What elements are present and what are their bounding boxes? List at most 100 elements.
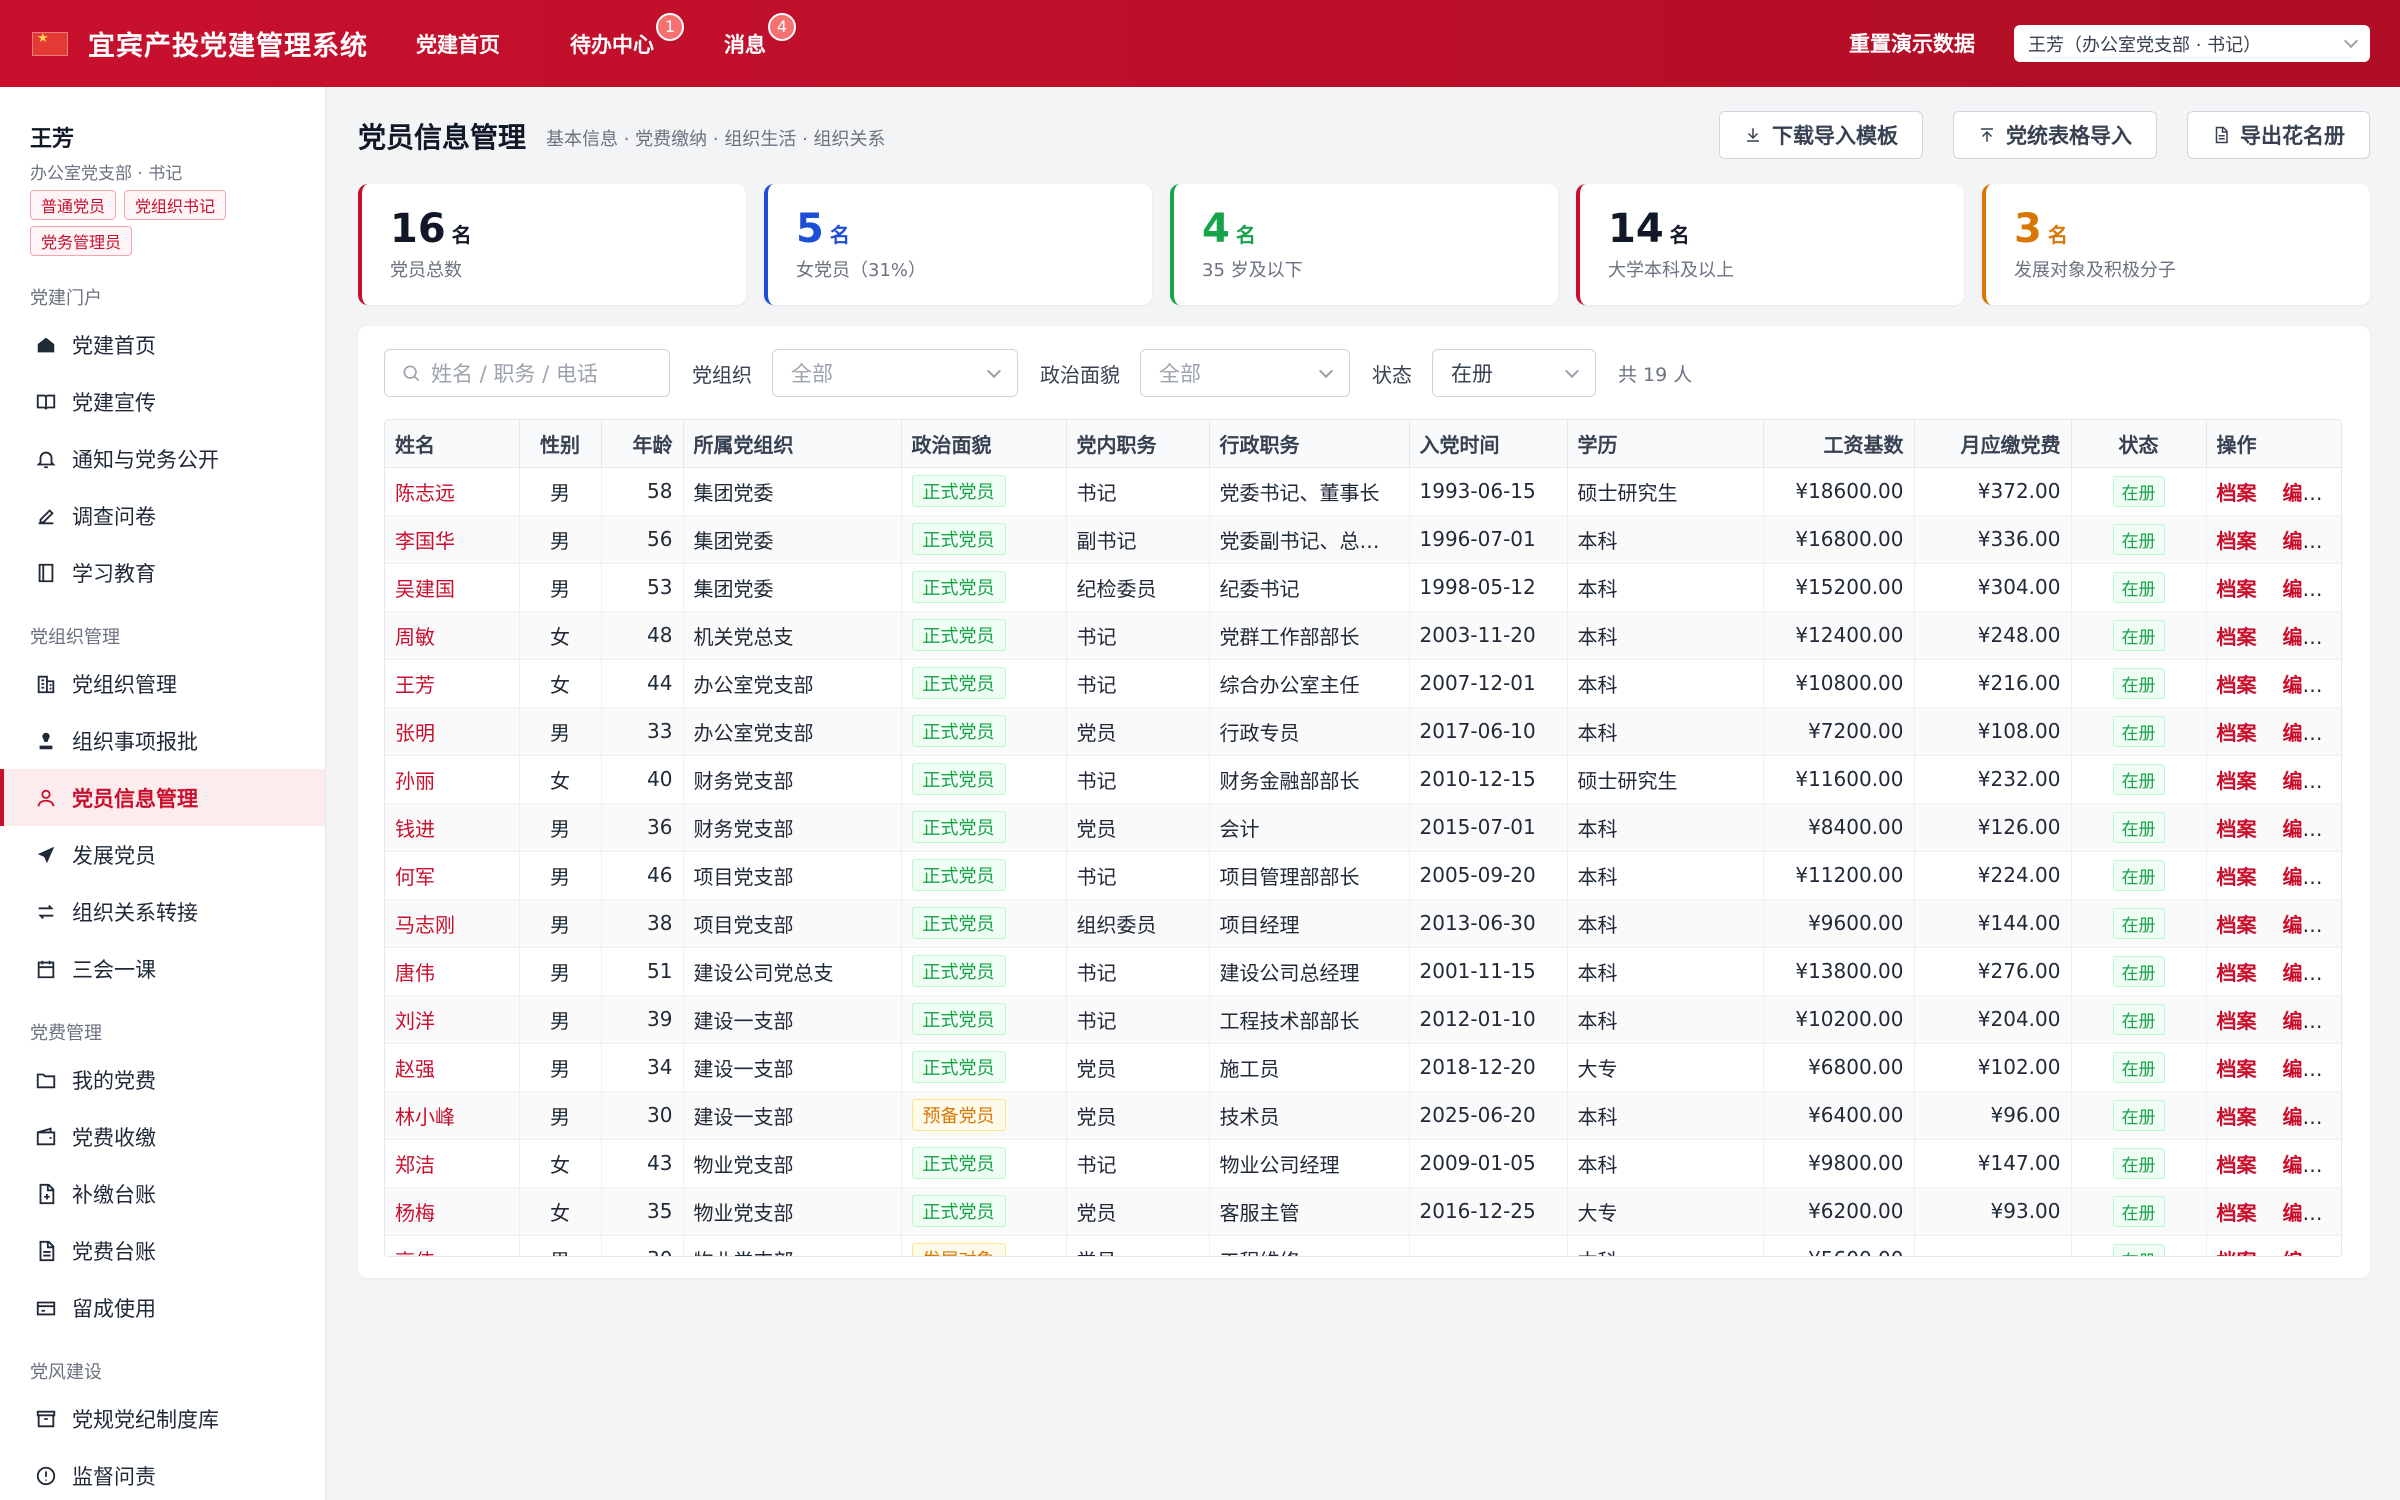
sidebar-item[interactable]: 补缴台账 bbox=[0, 1165, 325, 1222]
view-archive-link[interactable]: 档案 bbox=[2217, 529, 2257, 553]
edit-link[interactable]: 编辑 bbox=[2283, 721, 2323, 745]
edit-link[interactable]: 编辑 bbox=[2283, 769, 2323, 793]
edit-link[interactable]: 编辑 bbox=[2283, 961, 2323, 985]
table-row[interactable]: 林小峰 男 30 建设一支部 预备党员 党员 技术员 2025-06-20 本科 ¥6400.00… bbox=[385, 1091, 2341, 1140]
view-archive-link[interactable]: 档案 bbox=[2217, 1201, 2257, 1225]
member-name-link[interactable]: 周敏 bbox=[395, 625, 435, 649]
member-name-link[interactable]: 杨梅 bbox=[395, 1201, 435, 1225]
view-archive-link[interactable]: 档案 bbox=[2217, 1249, 2257, 1257]
member-name-link[interactable]: 唐伟 bbox=[395, 961, 435, 985]
member-name-link[interactable]: 李国华 bbox=[395, 529, 455, 553]
sidebar-item[interactable]: 组织关系转接 bbox=[0, 883, 325, 940]
view-archive-link[interactable]: 档案 bbox=[2217, 961, 2257, 985]
table-row[interactable]: 周敏 女 48 机关党总支 正式党员 书记 党群工作部部长 2003-11-20 本科 ¥1240… bbox=[385, 611, 2341, 660]
sidebar-item[interactable]: 组织事项报批 bbox=[0, 712, 325, 769]
member-name-link[interactable]: 赵强 bbox=[395, 1057, 435, 1081]
sidebar-item[interactable]: 党建宣传 bbox=[0, 373, 325, 430]
table-row[interactable]: 郑洁 女 43 物业党支部 正式党员 书记 物业公司经理 2009-01-05 本科 ¥9800.… bbox=[385, 1139, 2341, 1188]
org-filter-select[interactable]: 全部 bbox=[772, 349, 1018, 397]
sidebar-item[interactable]: 党费收缴 bbox=[0, 1108, 325, 1165]
view-archive-link[interactable]: 档案 bbox=[2217, 1009, 2257, 1033]
table-row[interactable]: 张明 男 33 办公室党支部 正式党员 党员 行政专员 2017-06-10 本科 ¥7200.0… bbox=[385, 707, 2341, 756]
sidebar-item[interactable]: 党规党纪制度库 bbox=[0, 1390, 325, 1447]
nav-todo[interactable]: 待办中心 1 bbox=[570, 12, 684, 59]
view-archive-link[interactable]: 档案 bbox=[2217, 1153, 2257, 1177]
sidebar-item[interactable]: 党建首页 bbox=[0, 316, 325, 373]
sidebar-item[interactable]: 监督问责 bbox=[0, 1447, 325, 1500]
member-table-scroll[interactable]: 姓名 性别 年龄 所属党组织 政治面貌 党内职务 行政职务 入党时间 学历 工资基数 月应缴党费 状态… bbox=[384, 419, 2342, 1257]
edit-link[interactable]: 编辑 bbox=[2283, 1105, 2323, 1129]
table-row[interactable]: 吴建国 男 53 集团党委 正式党员 纪检委员 纪委书记 1998-05-12 本科 ¥15200… bbox=[385, 563, 2341, 612]
view-archive-link[interactable]: 档案 bbox=[2217, 1105, 2257, 1129]
view-archive-link[interactable]: 档案 bbox=[2217, 673, 2257, 697]
edit-link[interactable]: 编辑 bbox=[2283, 481, 2323, 505]
sidebar-item[interactable]: 通知与党务公开 bbox=[0, 430, 325, 487]
member-name-link[interactable]: 何军 bbox=[395, 865, 435, 889]
view-archive-link[interactable]: 档案 bbox=[2217, 769, 2257, 793]
view-archive-link[interactable]: 档案 bbox=[2217, 481, 2257, 505]
member-name-link[interactable]: 陈志远 bbox=[395, 481, 455, 505]
edit-link[interactable]: 编辑 bbox=[2283, 1009, 2323, 1033]
sidebar-item[interactable]: 三会一课 bbox=[0, 940, 325, 997]
user-role-select[interactable]: 王芳（办公室党支部 · 书记） bbox=[2014, 25, 2370, 62]
table-row[interactable]: 钱进 男 36 财务党支部 正式党员 党员 会计 2015-07-01 本科 ¥8400.00 ¥1… bbox=[385, 803, 2341, 852]
view-archive-link[interactable]: 档案 bbox=[2217, 817, 2257, 841]
member-name-link[interactable]: 吴建国 bbox=[395, 577, 455, 601]
sidebar-item-label: 监督问责 bbox=[72, 1464, 156, 1489]
edit-link[interactable]: 编辑 bbox=[2283, 1201, 2323, 1225]
member-name-link[interactable]: 王芳 bbox=[395, 673, 435, 697]
status-filter-select[interactable]: 在册 bbox=[1432, 349, 1596, 397]
member-name-link[interactable]: 钱进 bbox=[395, 817, 435, 841]
edit-link[interactable]: 编辑 bbox=[2283, 1249, 2323, 1257]
table-row[interactable]: 刘洋 男 39 建设一支部 正式党员 书记 工程技术部部长 2012-01-10 本科 ¥1020… bbox=[385, 995, 2341, 1044]
nav-home[interactable]: 党建首页 bbox=[416, 29, 500, 59]
sidebar-item[interactable]: 学习教育 bbox=[0, 544, 325, 601]
view-archive-link[interactable]: 档案 bbox=[2217, 1057, 2257, 1081]
table-row[interactable]: 王芳 女 44 办公室党支部 正式党员 书记 综合办公室主任 2007-12-01 本科 ¥108… bbox=[385, 659, 2341, 708]
nav-messages[interactable]: 消息 4 bbox=[724, 12, 796, 59]
table-row[interactable]: 何军 男 46 项目党支部 正式党员 书记 项目管理部部长 2005-09-20 本科 ¥1120… bbox=[385, 851, 2341, 900]
edit-link[interactable]: 编辑 bbox=[2283, 1057, 2323, 1081]
member-name-link[interactable]: 孙丽 bbox=[395, 769, 435, 793]
member-name-link[interactable]: 林小峰 bbox=[395, 1105, 455, 1129]
view-archive-link[interactable]: 档案 bbox=[2217, 865, 2257, 889]
table-row[interactable]: 马志刚 男 38 项目党支部 正式党员 组织委员 项目经理 2013-06-30 本科 ¥9600… bbox=[385, 899, 2341, 948]
edit-link[interactable]: 编辑 bbox=[2283, 673, 2323, 697]
table-row[interactable]: 高伟 男30物业党支部发展对象 党员工程维修 本科¥5600.00 在册 档案 编辑 bbox=[385, 1235, 2341, 1257]
edit-link[interactable]: 编辑 bbox=[2283, 625, 2323, 649]
sidebar-item[interactable]: 党费台账 bbox=[0, 1222, 325, 1279]
download-template-button[interactable]: 下载导入模板 bbox=[1719, 111, 1923, 159]
pol-filter-select[interactable]: 全部 bbox=[1140, 349, 1350, 397]
member-name-link[interactable]: 刘洋 bbox=[395, 1009, 435, 1033]
table-row[interactable]: 唐伟 男 51 建设公司党总支 正式党员 书记 建设公司总经理 2001-11-15 本科 ¥13… bbox=[385, 947, 2341, 996]
edit-link[interactable]: 编辑 bbox=[2283, 529, 2323, 553]
table-row[interactable]: 孙丽 女 40 财务党支部 正式党员 书记 财务金融部部长 2010-12-15 硕士研究生 ¥1… bbox=[385, 755, 2341, 804]
sidebar-item[interactable]: 调查问卷 bbox=[0, 487, 325, 544]
edit-link[interactable]: 编辑 bbox=[2283, 817, 2323, 841]
sidebar-item[interactable]: 我的党费 bbox=[0, 1051, 325, 1108]
sidebar-item[interactable]: 留成使用 bbox=[0, 1279, 325, 1336]
edit-link[interactable]: 编辑 bbox=[2283, 1153, 2323, 1177]
edit-link[interactable]: 编辑 bbox=[2283, 865, 2323, 889]
export-roster-button[interactable]: 导出花名册 bbox=[2187, 111, 2370, 159]
table-row[interactable]: 赵强 男 34 建设一支部 正式党员 党员 施工员 2018-12-20 大专 ¥6800.00 ¥… bbox=[385, 1043, 2341, 1092]
sidebar-item[interactable]: 党组织管理 bbox=[0, 655, 325, 712]
sidebar-item[interactable]: 发展党员 bbox=[0, 826, 325, 883]
edit-link[interactable]: 编辑 bbox=[2283, 577, 2323, 601]
view-archive-link[interactable]: 档案 bbox=[2217, 913, 2257, 937]
member-name-link[interactable]: 马志刚 bbox=[395, 913, 455, 937]
view-archive-link[interactable]: 档案 bbox=[2217, 625, 2257, 649]
member-name-link[interactable]: 张明 bbox=[395, 721, 435, 745]
view-archive-link[interactable]: 档案 bbox=[2217, 577, 2257, 601]
edit-link[interactable]: 编辑 bbox=[2283, 913, 2323, 937]
table-row[interactable]: 李国华 男 56 集团党委 正式党员 副书记 党委副书记、总经理 1996-07-01 本科 ¥1… bbox=[385, 515, 2341, 564]
member-name-link[interactable]: 郑洁 bbox=[395, 1153, 435, 1177]
table-row[interactable]: 陈志远男 58 集团党委 正式党员 书记 党委书记、董事长 1993-06-15 硕士研究生 ¥… bbox=[385, 467, 2341, 516]
import-button[interactable]: 党统表格导入 bbox=[1953, 111, 2157, 159]
sidebar-item[interactable]: 党员信息管理 bbox=[0, 769, 325, 826]
search-input[interactable]: 姓名 / 职务 / 电话 bbox=[384, 349, 670, 397]
member-name-link[interactable]: 高伟 bbox=[395, 1249, 435, 1257]
reset-demo-button[interactable]: 重置演示数据 bbox=[1849, 28, 1975, 58]
table-row[interactable]: 杨梅 女 35 物业党支部 正式党员 党员 客服主管 2016-12-25 大专 ¥6200.00… bbox=[385, 1187, 2341, 1236]
view-archive-link[interactable]: 档案 bbox=[2217, 721, 2257, 745]
